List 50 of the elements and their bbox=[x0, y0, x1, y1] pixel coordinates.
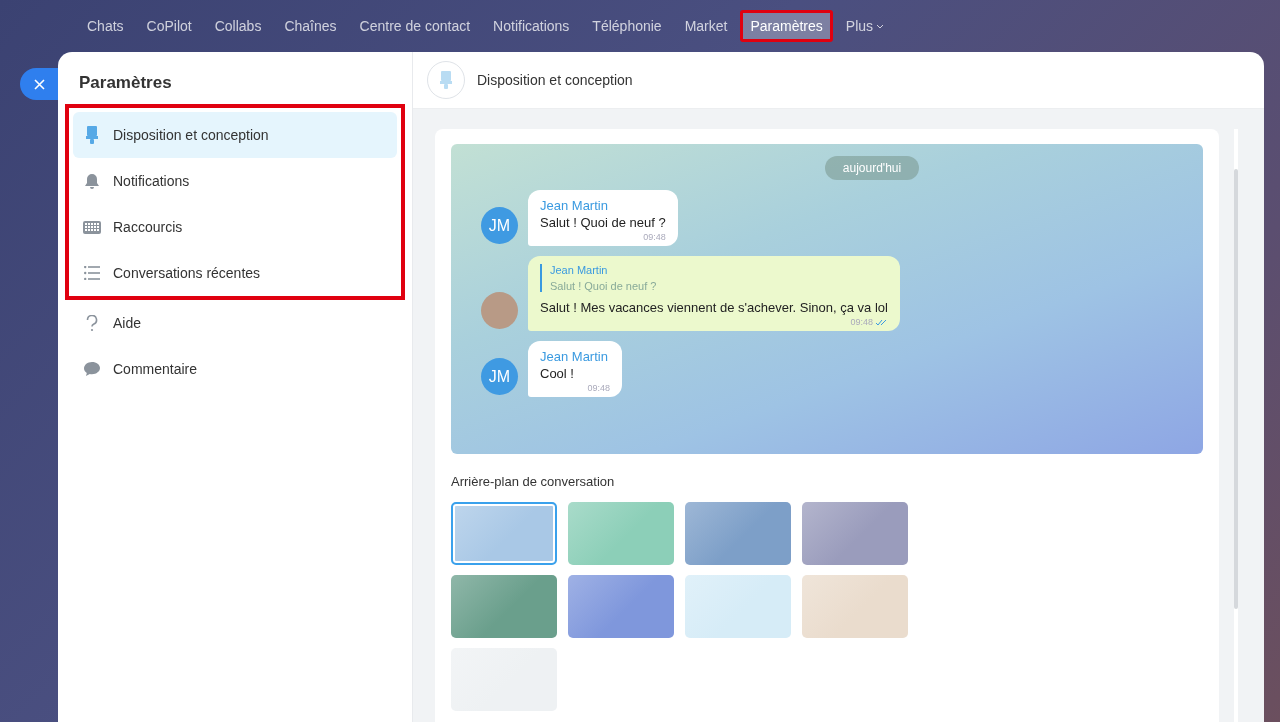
background-swatch[interactable] bbox=[451, 502, 557, 565]
settings-menu-item[interactable]: Conversations récentes bbox=[73, 250, 397, 296]
read-ticks-icon bbox=[875, 318, 888, 326]
background-swatch[interactable] bbox=[685, 502, 791, 565]
background-swatch[interactable] bbox=[802, 502, 908, 565]
avatar: JM bbox=[481, 207, 518, 244]
message-author: Jean Martin bbox=[540, 349, 609, 364]
list-icon bbox=[84, 266, 100, 280]
settings-title: Paramètres bbox=[78, 72, 173, 94]
settings-menu-item[interactable]: Disposition et conception bbox=[73, 112, 397, 158]
top-nav-tab[interactable]: Notifications bbox=[483, 10, 580, 42]
close-icon bbox=[33, 78, 45, 90]
top-nav-tab[interactable]: Plus bbox=[835, 10, 895, 42]
background-swatch[interactable] bbox=[451, 575, 557, 638]
background-swatch[interactable] bbox=[568, 502, 674, 565]
settings-menu-item[interactable]: Commentaire bbox=[73, 346, 397, 392]
help-icon bbox=[86, 314, 98, 332]
message-text: Salut ! Mes vacances viennent de s'achever. Sinon, ça va lol bbox=[540, 300, 888, 315]
message-text: Cool ! bbox=[540, 366, 575, 381]
background-swatch[interactable] bbox=[802, 575, 908, 638]
settings-menu-item[interactable]: Notifications bbox=[73, 158, 397, 204]
message-time: 09:48 bbox=[587, 383, 610, 393]
message-time: 09:48 bbox=[643, 232, 666, 242]
brush-icon bbox=[85, 126, 99, 144]
message-time: 09:48 bbox=[850, 317, 873, 327]
backgrounds-title: Arrière-plan de conversation bbox=[451, 474, 616, 489]
quote-author: Jean Martin bbox=[550, 264, 609, 276]
settings-menu-item[interactable]: Raccourcis bbox=[73, 204, 397, 250]
message-author: Jean Martin bbox=[540, 198, 609, 213]
top-nav-tab[interactable]: Market bbox=[674, 10, 738, 42]
message-text: Salut ! Quoi de neuf ? bbox=[540, 215, 666, 230]
top-nav-tab[interactable]: Centre de contact bbox=[349, 10, 481, 42]
top-nav-tab[interactable]: CoPilot bbox=[136, 10, 202, 42]
top-nav-tab[interactable]: Paramètres bbox=[740, 10, 833, 42]
comment-icon bbox=[83, 361, 101, 377]
bell-icon bbox=[84, 172, 100, 190]
close-button[interactable] bbox=[20, 68, 58, 100]
top-nav-tab[interactable]: Téléphonie bbox=[582, 10, 672, 42]
section-title: Disposition et conception bbox=[477, 72, 633, 88]
avatar: JM bbox=[481, 358, 518, 395]
top-nav-tab[interactable]: Collabs bbox=[204, 10, 272, 42]
background-swatch[interactable] bbox=[568, 575, 674, 638]
quote-text: Salut ! Quoi de neuf ? bbox=[550, 280, 658, 292]
date-chip: aujourd'hui bbox=[824, 156, 920, 180]
settings-menu-item[interactable]: Aide bbox=[73, 300, 397, 346]
avatar-photo-placeholder bbox=[481, 292, 518, 329]
top-nav-tab[interactable]: Chaînes bbox=[274, 10, 347, 42]
keyboard-icon bbox=[83, 220, 101, 234]
background-swatch[interactable] bbox=[685, 575, 791, 638]
top-nav-tab[interactable]: Chats bbox=[77, 10, 134, 42]
